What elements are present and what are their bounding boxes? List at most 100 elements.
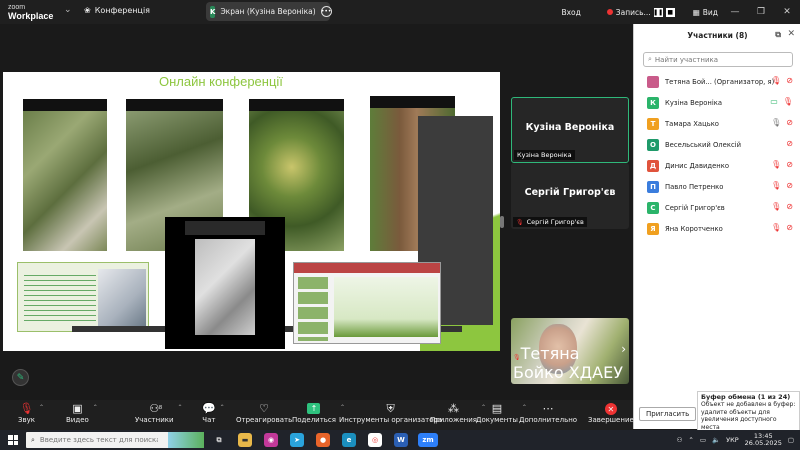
chevron-up-icon[interactable]: ⌃ xyxy=(688,436,693,444)
minimize-icon[interactable]: — xyxy=(722,7,748,17)
annotate-icon[interactable]: ✎ xyxy=(12,369,29,386)
close-panel-icon[interactable]: ✕ xyxy=(787,29,795,39)
pause-icon[interactable]: ❚❚ xyxy=(653,7,663,17)
participant-avatar: Д xyxy=(647,159,659,172)
docs-button[interactable]: ▤ Документы ⌃ xyxy=(476,402,527,424)
zoom-logo: zoom Workplace xyxy=(8,3,53,21)
people-icon: ⚇ 8 xyxy=(149,402,163,415)
video-off-icon: ⊘ xyxy=(786,160,793,169)
end-call-icon: ✕ xyxy=(604,403,617,415)
file-explorer-icon[interactable]: ▬ xyxy=(238,433,252,447)
panel-title: Участники (8) xyxy=(687,30,748,40)
chat-button[interactable]: 💬 Чат ⌃ xyxy=(202,402,225,424)
zoom-taskbar-icon[interactable]: zm xyxy=(418,433,438,447)
windows-start-icon[interactable] xyxy=(8,435,18,445)
participant-row[interactable]: Д Динис Давиденко 🎙 ⊘ xyxy=(634,155,800,176)
participant-name: Яна Коротченко xyxy=(665,224,723,233)
more-button[interactable]: ⋯ Дополнительно xyxy=(519,402,577,424)
tile-name: Кузіна Вероніка xyxy=(525,122,615,133)
participant-avatar: Т xyxy=(647,117,659,130)
grid-view-icon[interactable]: ▦ xyxy=(693,8,700,17)
top-right-controls: Вход Запись... ❚❚ ■ ▦ Вид — ❐ ✕ xyxy=(561,0,800,24)
participant-avatar: Я xyxy=(647,222,659,235)
popout-icon[interactable]: ⧉ xyxy=(775,30,781,40)
host-tools-button[interactable]: ⛨ Инструменты организатора xyxy=(339,402,442,424)
system-tray: ⚇ ⌃ ▭ 🔈 УКР 13:45 26.05.2025 ▢ xyxy=(677,432,794,448)
caret-up-icon: ⌃ xyxy=(177,404,183,411)
firefox-icon[interactable]: ● xyxy=(316,433,330,447)
taskbar-search-input[interactable] xyxy=(39,436,158,444)
screen-share-label: Экран (Кузіна Вероніка) xyxy=(220,7,316,16)
clipboard-title: Буфер обмена (1 из 24) xyxy=(701,393,791,401)
word-icon[interactable]: W xyxy=(394,433,408,447)
split-handle[interactable] xyxy=(500,216,504,228)
app-icon-pink[interactable]: ◉ xyxy=(264,433,278,447)
participant-row[interactable]: К Кузіна Вероніка ▭ 🎙 xyxy=(634,92,800,113)
audio-button[interactable]: 🎙 Звук ⌃ xyxy=(18,402,44,424)
participant-row[interactable]: Я Яна Коротченко 🎙 ⊘ xyxy=(634,218,800,239)
search-highlight-image xyxy=(168,432,204,448)
view-menu[interactable]: Вид xyxy=(703,8,718,17)
task-view-icon[interactable]: ⧉ xyxy=(212,433,226,447)
telegram-icon[interactable]: ➤ xyxy=(290,433,304,447)
meeting-info[interactable]: ❀ Конференція xyxy=(84,6,150,15)
chevron-down-icon[interactable]: ⌄ xyxy=(64,5,72,15)
slide-title: Онлайн конференції xyxy=(159,74,283,89)
slide-thumbnail xyxy=(17,262,149,332)
restore-icon[interactable]: ❐ xyxy=(748,7,774,17)
participants-button[interactable]: ⚇ 8 Участники ⌃ xyxy=(135,402,183,424)
clock-date: 26.05.2025 xyxy=(744,439,782,447)
participant-row[interactable]: О Весельський Олексій ⊘ xyxy=(634,134,800,155)
close-icon[interactable]: ✕ xyxy=(774,7,800,17)
video-tile[interactable]: Сергій Григор'єв 🎙 Сергій Григор'єв xyxy=(511,163,629,229)
more-options-icon[interactable]: ••• xyxy=(320,6,332,17)
end-button[interactable]: ✕ Завершение xyxy=(588,402,634,424)
apps-button[interactable]: ⁂ Приложения ⌃ xyxy=(430,402,486,424)
self-video-tile[interactable]: › 🎙Тетяна Бойко ХДАЕУ xyxy=(511,318,629,384)
participant-avatar: К xyxy=(647,96,659,109)
mic-muted-icon: 🎙 xyxy=(19,402,34,415)
video-off-icon: ⊘ xyxy=(786,202,793,211)
participant-search[interactable]: ⌕ xyxy=(643,52,793,67)
taskbar-search[interactable]: ⌕ xyxy=(26,432,204,448)
apps-icon: ⁂ xyxy=(447,402,459,415)
chrome-icon[interactable]: ◎ xyxy=(368,433,382,447)
recording-indicator[interactable]: Запись... ❚❚ ■ xyxy=(606,7,675,17)
language-indicator[interactable]: УКР xyxy=(726,436,739,444)
participant-avatar: С xyxy=(647,201,659,214)
stop-icon[interactable]: ■ xyxy=(665,7,675,17)
network-icon[interactable]: ▭ xyxy=(700,436,706,444)
people-tray-icon[interactable]: ⚇ xyxy=(677,436,683,444)
react-button[interactable]: ♡ Отреагировать xyxy=(236,402,292,424)
paw-icon: ❀ xyxy=(84,6,91,15)
taskbar-clock[interactable]: 13:45 26.05.2025 xyxy=(744,432,782,448)
notification-icon[interactable]: ▢ xyxy=(788,436,794,444)
participants-panel: Участники (8) ⧉ ✕ ⌕ Тетяна Бой... (Орган… xyxy=(633,24,800,429)
video-tile-speaker[interactable]: Кузіна Вероніка Кузіна Вероніка xyxy=(511,97,629,163)
recording-label: Запись... xyxy=(615,7,651,17)
invite-button[interactable]: Пригласить xyxy=(639,407,697,421)
search-input[interactable] xyxy=(654,55,775,64)
share-button[interactable]: ↑ Поделиться ⌃ xyxy=(292,402,345,424)
edge-icon[interactable]: e xyxy=(342,433,356,447)
participant-name: Кузіна Вероніка xyxy=(665,98,723,107)
participant-row[interactable]: Тетяна Бой... (Организатор, я) 🎙 ⊘ xyxy=(634,71,800,92)
mic-icon: 🎙 xyxy=(771,118,782,127)
mic-muted-icon: 🎙 xyxy=(771,202,782,211)
share-screen-icon: ↑ xyxy=(307,403,321,414)
chat-icon: 💬 xyxy=(202,402,216,415)
participant-name: Весельський Олексій xyxy=(665,140,741,149)
speaker-icon[interactable]: 🔈 xyxy=(712,436,720,444)
login-link[interactable]: Вход xyxy=(561,8,580,17)
participant-name: Тетяна Бой... (Организатор, я) xyxy=(665,77,775,86)
mic-muted-icon: 🎙 xyxy=(771,223,782,232)
screen-share-indicator[interactable]: K Экран (Кузіна Вероніка) ••• xyxy=(206,2,332,21)
video-button[interactable]: ▣ Видео ⌃ xyxy=(66,402,98,424)
participant-row[interactable]: С Сергій Григор'єв 🎙 ⊘ xyxy=(634,197,800,218)
participant-avatar xyxy=(647,75,659,88)
tile-name: Сергій Григор'єв xyxy=(524,187,616,198)
brand-line2: Workplace xyxy=(8,11,54,21)
mic-muted-icon: 🎙 xyxy=(771,181,782,190)
participant-row[interactable]: Т Тамара Хацько 🎙 ⊘ xyxy=(634,113,800,134)
participant-row[interactable]: П Павло Петренко 🎙 ⊘ xyxy=(634,176,800,197)
